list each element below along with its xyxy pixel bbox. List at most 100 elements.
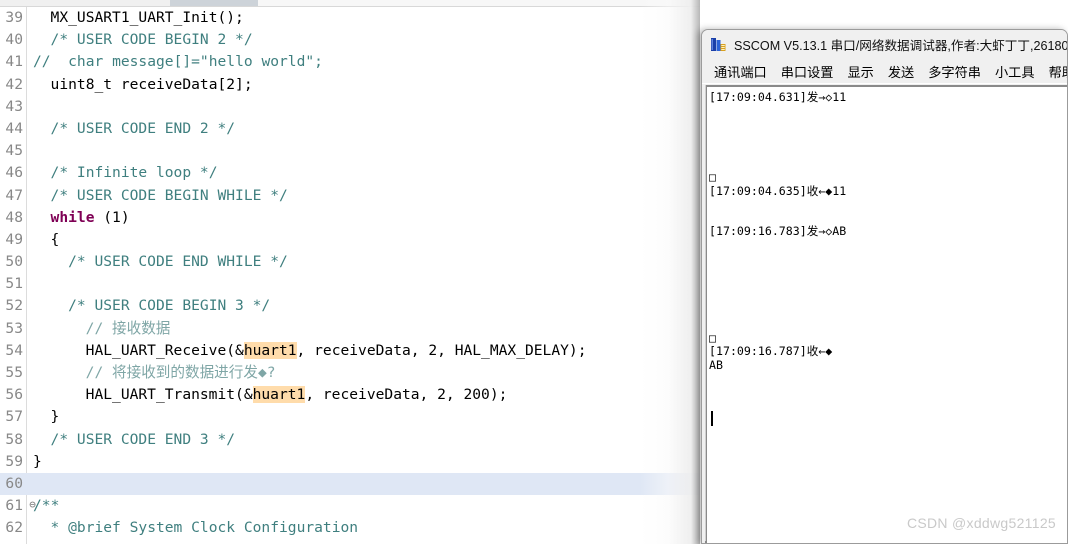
code-line-text: uint8_t receiveData[2];: [51, 74, 253, 96]
code-token: }: [33, 452, 42, 470]
terminal-line: □: [709, 170, 716, 185]
code-line[interactable]: 40 /* USER CODE BEGIN 2 */: [0, 29, 700, 51]
terminal-line: [17:09:04.631]发→◇11: [709, 91, 847, 104]
menu-display[interactable]: 显示: [841, 62, 881, 81]
editor-horizontal-scrollbar[interactable]: [0, 0, 700, 7]
code-line-text: // 接收数据: [86, 318, 171, 340]
code-token: /* USER CODE BEGIN 3 */: [68, 297, 271, 315]
code-token: MX_USART1_UART_Init();: [50, 9, 244, 26]
code-line[interactable]: 45: [0, 140, 700, 162]
code-line[interactable]: 41 // char message[]="hello world";: [0, 51, 700, 73]
sscom-title-bar[interactable]: SSCOM V5.13.1 串口/网络数据调试器,作者:大虾丁丁,2618058…: [702, 30, 1067, 59]
code-token: * @brief System Clock Configuration: [41, 519, 359, 537]
menu-multi-string[interactable]: 多字符串: [921, 62, 988, 81]
line-number: 44: [5, 119, 23, 137]
code-line[interactable]: 48 while (1): [0, 207, 700, 229]
screen: 39 MX_USART1_UART_Init(); 40 /* USER CODE B…: [0, 0, 1068, 544]
sscom-window[interactable]: SSCOM V5.13.1 串口/网络数据调试器,作者:大虾丁丁,2618058…: [701, 29, 1068, 544]
line-number: 40: [5, 31, 23, 49]
code-line[interactable]: 56 HAL_UART_Transmit(&huart1, receiveData…: [0, 384, 700, 406]
code-token: /* USER CODE END WHILE */: [68, 253, 288, 271]
code-line[interactable]: 54 HAL_UART_Receive(&huart1, receiveData,…: [0, 340, 700, 362]
code-line[interactable]: 55 // 将接收到的数据进行发◆?: [0, 362, 700, 384]
code-token: // 接收数据: [85, 319, 171, 337]
code-line[interactable]: 61 ⊖/**: [0, 495, 700, 517]
code-line-text: /* USER CODE BEGIN 2 */: [51, 29, 253, 51]
terminal-text-caret: [711, 411, 713, 426]
code-line-text: HAL_UART_Receive(&huart1, receiveData, 2…: [86, 340, 587, 362]
line-number: 52: [5, 297, 23, 315]
line-number: 61: [5, 497, 23, 515]
code-line[interactable]: 51: [0, 273, 700, 295]
code-text-area[interactable]: 39 MX_USART1_UART_Init(); 40 /* USER CODE B…: [0, 7, 700, 544]
code-line[interactable]: 57}: [0, 406, 700, 428]
code-token: // 将接收到的数据进行发◆?: [85, 364, 276, 381]
code-line-text: * @retval None: [42, 540, 174, 544]
sscom-menu-bar[interactable]: 通讯端口串口设置显示发送多字符串小工具帮助联: [702, 59, 1067, 84]
code-line[interactable]: 63 * @retval None: [0, 540, 700, 544]
code-line-text: {: [51, 229, 60, 251]
occurrence-highlight: huart1: [252, 386, 306, 404]
menu-help[interactable]: 帮助: [1042, 62, 1067, 81]
code-token: /* USER CODE END 3 */: [50, 430, 236, 448]
serial-terminal-output[interactable]: [17:09:04.631]发→◇11 □ [17:09:04.635]收←◆11…: [709, 91, 1067, 543]
terminal-line: [17:09:16.787]收←◆: [709, 344, 833, 359]
scrollbar-track[interactable]: [258, 0, 700, 6]
menu-serial-settings[interactable]: 串口设置: [774, 62, 841, 81]
line-number: 55: [5, 364, 23, 381]
line-number: 49: [5, 230, 23, 248]
scrollbar-thumb[interactable]: [170, 0, 258, 6]
code-token: while: [50, 208, 95, 226]
line-number: 42: [5, 75, 23, 93]
code-line-text: }: [51, 406, 60, 428]
code-line[interactable]: 52 /* USER CODE BEGIN 3 */: [0, 295, 700, 317]
code-token: /* USER CODE END 2 */: [50, 119, 236, 137]
code-line[interactable]: 39 MX_USART1_UART_Init();: [0, 7, 700, 29]
menu-send[interactable]: 发送: [881, 62, 921, 81]
code-token: /**: [33, 497, 60, 515]
line-number: 50: [5, 253, 23, 271]
code-line[interactable]: 60: [0, 472, 700, 496]
line-number: 51: [5, 275, 23, 293]
code-line[interactable]: 43: [0, 96, 700, 118]
sscom-body: [17:09:04.631]发→◇11 □ [17:09:04.635]收←◆11…: [702, 85, 1067, 543]
line-number: 54: [5, 341, 23, 359]
line-number: 57: [5, 408, 23, 426]
menu-tools[interactable]: 小工具: [988, 62, 1042, 81]
code-line-text: /* USER CODE END WHILE */: [68, 251, 288, 273]
code-token: (1): [94, 208, 130, 226]
code-editor[interactable]: 39 MX_USART1_UART_Init(); 40 /* USER CODE B…: [0, 0, 700, 544]
code-token: , receiveData, 2, HAL_MAX_DELAY);: [296, 341, 587, 359]
code-line[interactable]: 46 /* Infinite loop */: [0, 162, 700, 184]
line-number: 47: [5, 186, 23, 204]
code-line[interactable]: 59}: [0, 451, 700, 473]
code-line[interactable]: 50 /* USER CODE END WHILE */: [0, 251, 700, 273]
line-number: 58: [5, 430, 23, 448]
code-line-text: /**: [33, 495, 59, 517]
code-line[interactable]: 53 // 接收数据: [0, 318, 700, 340]
code-line[interactable]: 44 /* USER CODE END 2 */: [0, 118, 700, 140]
sscom-title-text: SSCOM V5.13.1 串口/网络数据调试器,作者:大虾丁丁,2618058…: [734, 39, 1067, 53]
code-line-text: MX_USART1_UART_Init();: [51, 7, 244, 29]
line-number: 56: [5, 386, 23, 404]
serial-terminal-panel[interactable]: [17:09:04.631]发→◇11 □ [17:09:04.635]收←◆11…: [705, 85, 1067, 543]
line-number: 60: [5, 474, 23, 492]
code-line[interactable]: 47 /* USER CODE BEGIN WHILE */: [0, 185, 700, 207]
code-line[interactable]: 49 {: [0, 229, 700, 251]
code-token: /* USER CODE BEGIN 2 */: [50, 31, 253, 49]
code-line[interactable]: 42 uint8_t receiveData[2];: [0, 74, 700, 96]
code-line-text: // 将接收到的数据进行发◆?: [86, 362, 276, 384]
code-line-text: /* USER CODE BEGIN 3 */: [68, 295, 270, 317]
code-line[interactable]: 62 * @brief System Clock Configuration: [0, 517, 700, 539]
menu-comm-port[interactable]: 通讯端口: [707, 62, 774, 81]
code-line[interactable]: 58 /* USER CODE END 3 */: [0, 429, 700, 451]
sscom-app-icon: [710, 36, 727, 53]
code-line-text: /* USER CODE END 3 */: [51, 429, 236, 451]
